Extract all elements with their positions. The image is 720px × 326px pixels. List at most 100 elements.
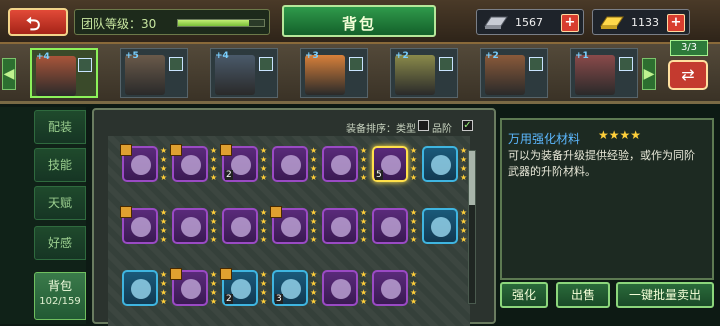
inventory-item[interactable]	[222, 208, 258, 244]
star-icon: ★	[210, 297, 218, 306]
star-icon: ★	[310, 164, 318, 173]
star-icon: ★	[210, 164, 218, 173]
star-icon: ★	[260, 226, 268, 235]
star-icon: ★	[160, 297, 168, 306]
inventory-item[interactable]	[322, 270, 358, 306]
inventory-item[interactable]	[172, 208, 208, 244]
hero-next-arrow[interactable]: ▶	[642, 58, 656, 90]
item-star-rating: ★ ★ ★ ★	[260, 208, 270, 244]
hero-card[interactable]: +1	[570, 48, 638, 98]
swap-team-button[interactable]: ⇄	[668, 60, 708, 90]
star-icon: ★	[310, 173, 318, 182]
inventory-item[interactable]	[372, 208, 408, 244]
hero-status-icon	[169, 57, 183, 71]
item-star-rating: ★ ★ ★ ★	[410, 270, 420, 306]
inventory-item[interactable]	[270, 206, 308, 244]
tab-skills[interactable]: 技能	[34, 148, 86, 182]
hero-card[interactable]: +4	[210, 48, 278, 98]
item-star-rating: ★ ★ ★ ★	[260, 146, 270, 182]
hero-star-level: +3	[305, 51, 319, 61]
lock-icon	[220, 268, 232, 280]
sort-label: 装备排序：类型	[346, 124, 416, 135]
star-icon: ★	[410, 217, 418, 226]
hero-status-icon	[619, 57, 633, 71]
item-star-rating: ★ ★ ★ ★	[310, 146, 320, 182]
lock-icon	[270, 206, 282, 218]
tab-talents[interactable]: 天赋	[34, 186, 86, 220]
hero-status-icon	[439, 57, 453, 71]
star-icon: ★	[160, 146, 168, 155]
item-star-rating: ★ ★ ★ ★	[210, 270, 220, 306]
inventory-item[interactable]	[322, 208, 358, 244]
gold-value: 1133	[631, 16, 659, 29]
item-icon	[131, 217, 151, 237]
item-name: 万用强化材料	[508, 132, 581, 146]
team-slot-count: 3/3	[670, 40, 708, 56]
inventory-item[interactable]	[372, 270, 408, 306]
sell-button[interactable]: 出售	[556, 282, 610, 308]
star-icon: ★	[310, 270, 318, 279]
item-icon	[181, 155, 201, 175]
hero-card[interactable]: +3	[300, 48, 368, 98]
tab-backpack[interactable]: 背包 102/159	[34, 272, 86, 320]
team-level-panel: 团队等级：30	[74, 9, 270, 35]
inventory-item[interactable]: 3	[272, 270, 308, 306]
back-button[interactable]: ⮌	[8, 8, 68, 36]
bulk-sell-button[interactable]: 一键批量卖出	[616, 282, 714, 308]
inventory-item[interactable]: 2	[220, 144, 258, 182]
lock-icon	[170, 144, 182, 156]
hero-portrait	[485, 55, 525, 95]
sort-grade-checkbox[interactable]: ✓	[462, 120, 473, 131]
hero-prev-arrow[interactable]: ◀	[2, 58, 16, 90]
inventory-item[interactable]	[120, 206, 158, 244]
inventory-item[interactable]	[322, 146, 358, 182]
hero-portrait	[575, 55, 615, 95]
item-quantity: 3	[275, 294, 283, 304]
hero-card[interactable]: +2	[390, 48, 458, 98]
star-icon: ★	[310, 288, 318, 297]
hero-portrait	[125, 55, 165, 95]
hero-card[interactable]: +5	[120, 48, 188, 98]
star-icon: ★	[360, 173, 368, 182]
inventory-item[interactable]: 5	[372, 146, 408, 182]
star-icon: ★	[310, 226, 318, 235]
star-icon: ★	[410, 173, 418, 182]
hero-portrait	[305, 55, 345, 95]
inventory-item[interactable]: 2	[220, 268, 258, 306]
item-star-rating: ★ ★ ★ ★	[410, 146, 420, 182]
star-icon: ★	[310, 155, 318, 164]
star-icon: ★	[310, 235, 318, 244]
scrollbar-thumb[interactable]	[469, 151, 475, 205]
item-stars: ★★★★	[598, 128, 642, 142]
inventory-item[interactable]	[170, 144, 208, 182]
hero-star-level: +4	[36, 52, 50, 62]
inventory-item[interactable]	[120, 144, 158, 182]
enhance-button[interactable]: 强化	[500, 282, 548, 308]
inventory-scrollbar[interactable]	[468, 150, 476, 304]
inventory-item[interactable]	[422, 146, 458, 182]
inventory-item[interactable]	[122, 270, 158, 306]
tab-affinity[interactable]: 好感	[34, 226, 86, 260]
tab-loadout[interactable]: 配装	[34, 110, 86, 144]
inventory-item[interactable]	[272, 146, 308, 182]
star-icon: ★	[310, 208, 318, 217]
star-icon: ★	[310, 146, 318, 155]
inventory-panel: 装备排序：类型 品阶 ✓ ★ ★ ★ ★ ★ ★ ★ ★ 2 ★ ★ ★ ★ ★ ★ ★ ★ ★ ★ ★ ★ 5 ★ ★ ★ ★ ★…	[92, 108, 496, 326]
star-icon: ★	[160, 155, 168, 164]
item-star-rating: ★ ★ ★ ★	[210, 146, 220, 182]
item-icon	[131, 155, 151, 175]
hero-card[interactable]: +4	[30, 48, 98, 98]
hero-card[interactable]: +2	[480, 48, 548, 98]
item-icon	[281, 279, 301, 299]
star-icon: ★	[260, 270, 268, 279]
hero-portrait	[395, 55, 435, 95]
add-silver-button[interactable]: +	[561, 14, 579, 32]
star-icon: ★	[310, 217, 318, 226]
sort-type-checkbox[interactable]	[418, 120, 429, 131]
item-icon	[381, 279, 401, 299]
item-description: 可以为装备升级提供经验，或作为同阶武器的升阶材料。	[508, 149, 695, 178]
add-gold-button[interactable]: +	[667, 14, 685, 32]
star-icon: ★	[160, 173, 168, 182]
inventory-item[interactable]	[170, 268, 208, 306]
inventory-item[interactable]	[422, 208, 458, 244]
